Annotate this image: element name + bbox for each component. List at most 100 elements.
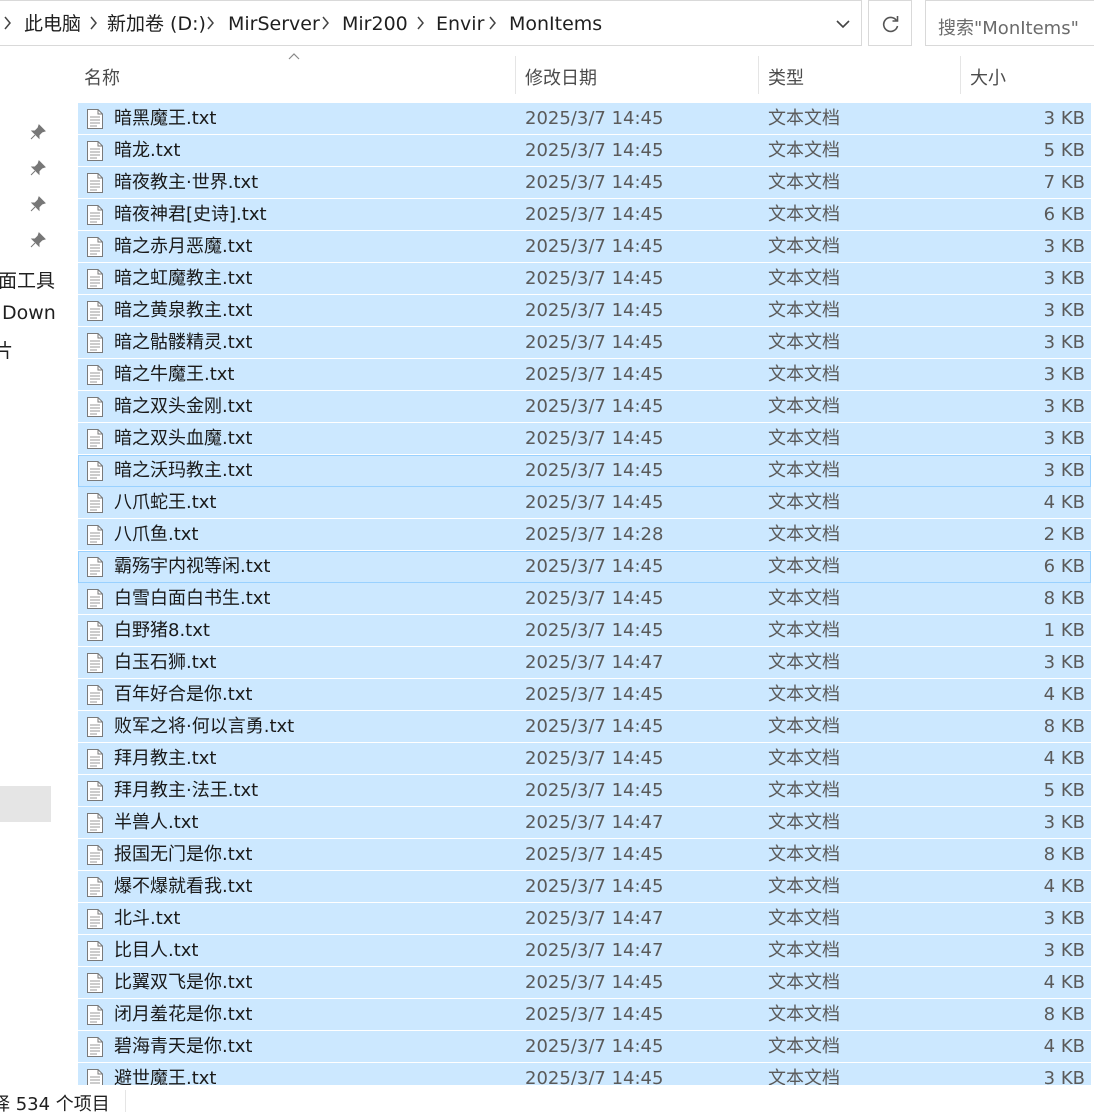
column-header-name[interactable]: 名称	[84, 64, 120, 90]
file-row[interactable]: 白玉石狮.txt 2025/3/7 14:47 文本文档 3 KB	[78, 647, 1091, 679]
file-name[interactable]: 暗之虹魔教主.txt	[114, 268, 253, 290]
file-row[interactable]: 比翼双飞是你.txt 2025/3/7 14:45 文本文档 4 KB	[78, 967, 1091, 999]
file-row[interactable]: 拜月教主.txt 2025/3/7 14:45 文本文档 4 KB	[78, 743, 1091, 775]
breadcrumb-envir[interactable]: Envir	[436, 13, 484, 35]
file-row[interactable]: 白野猪8.txt 2025/3/7 14:45 文本文档 1 KB	[78, 615, 1091, 647]
file-row[interactable]: 暗之牛魔王.txt 2025/3/7 14:45 文本文档 3 KB	[78, 359, 1091, 391]
file-row[interactable]: 暗龙.txt 2025/3/7 14:45 文本文档 5 KB	[78, 135, 1091, 167]
file-name[interactable]: 闭月羞花是你.txt	[114, 1004, 253, 1026]
file-list[interactable]: 暗黑魔王.txt 2025/3/7 14:45 文本文档 3 KB 暗龙.txt 2025…	[78, 103, 1091, 1085]
file-row[interactable]: 暗之双头金刚.txt 2025/3/7 14:45 文本文档 3 KB	[78, 391, 1091, 423]
file-name[interactable]: 暗夜神君[史诗].txt	[114, 204, 267, 226]
file-name[interactable]: 百年好合是你.txt	[114, 684, 253, 706]
file-row[interactable]: 暗夜神君[史诗].txt 2025/3/7 14:45 文本文档 6 KB	[78, 199, 1091, 231]
file-row[interactable]: 暗之黄泉教主.txt 2025/3/7 14:45 文本文档 3 KB	[78, 295, 1091, 327]
file-name[interactable]: 暗之骷髅精灵.txt	[114, 332, 253, 354]
file-row[interactable]: 暗之赤月恶魔.txt 2025/3/7 14:45 文本文档 3 KB	[78, 231, 1091, 263]
file-name[interactable]: 暗黑魔王.txt	[114, 108, 217, 130]
file-name[interactable]: 暗之双头金刚.txt	[114, 396, 253, 418]
nav-item-downloads[interactable]: Down	[2, 302, 56, 324]
text-file-icon	[87, 237, 103, 257]
file-type: 文本文档	[768, 492, 840, 513]
search-input[interactable]: 搜索"MonItems"	[925, 0, 1094, 46]
file-name[interactable]: 八爪鱼.txt	[114, 524, 199, 546]
file-type: 文本文档	[768, 588, 840, 609]
file-row[interactable]: 碧海青天是你.txt 2025/3/7 14:45 文本文档 4 KB	[78, 1031, 1091, 1063]
column-header-size[interactable]: 大小	[970, 64, 1006, 90]
file-name[interactable]: 暗之沃玛教主.txt	[114, 460, 253, 482]
file-row[interactable]: 霸殇宇内视等闲.txt 2025/3/7 14:45 文本文档 6 KB	[78, 551, 1091, 583]
address-bar[interactable]: 此电脑 新加卷 (D:) MirServer Mir200 Envir MonI…	[0, 0, 862, 46]
pin-icon[interactable]	[30, 196, 46, 212]
file-row[interactable]: 暗之虹魔教主.txt 2025/3/7 14:45 文本文档 3 KB	[78, 263, 1091, 295]
file-name[interactable]: 比翼双飞是你.txt	[114, 972, 253, 994]
pin-icon[interactable]	[30, 124, 46, 140]
breadcrumb-monitems[interactable]: MonItems	[509, 13, 602, 35]
nav-item-pictures[interactable]: 片	[0, 336, 13, 363]
file-row[interactable]: 暗之骷髅精灵.txt 2025/3/7 14:45 文本文档 3 KB	[78, 327, 1091, 359]
chevron-right-icon[interactable]	[417, 16, 425, 30]
column-divider[interactable]	[960, 56, 961, 94]
chevron-right-icon[interactable]	[4, 16, 12, 30]
breadcrumb-drive-d[interactable]: 新加卷 (D:)	[107, 13, 206, 35]
column-header-date[interactable]: 修改日期	[525, 64, 597, 90]
file-name[interactable]: 白野猪8.txt	[114, 620, 210, 642]
file-name[interactable]: 八爪蛇王.txt	[114, 492, 217, 514]
file-row[interactable]: 爆不爆就看我.txt 2025/3/7 14:45 文本文档 4 KB	[78, 871, 1091, 903]
file-row[interactable]: 暗之沃玛教主.txt 2025/3/7 14:45 文本文档 3 KB	[78, 455, 1091, 487]
file-row[interactable]: 闭月羞花是你.txt 2025/3/7 14:45 文本文档 8 KB	[78, 999, 1091, 1031]
file-name[interactable]: 暗夜教主·世界.txt	[114, 172, 258, 194]
breadcrumb-mirserver[interactable]: MirServer	[228, 13, 320, 35]
file-row[interactable]: 拜月教主·法王.txt 2025/3/7 14:45 文本文档 5 KB	[78, 775, 1091, 807]
pin-icon[interactable]	[30, 160, 46, 176]
file-name[interactable]: 避世魔王.txt	[114, 1068, 217, 1085]
file-name[interactable]: 拜月教主.txt	[114, 748, 217, 770]
file-name[interactable]: 白雪白面白书生.txt	[114, 588, 271, 610]
file-row[interactable]: 八爪鱼.txt 2025/3/7 14:28 文本文档 2 KB	[78, 519, 1091, 551]
address-history-dropdown[interactable]	[824, 1, 862, 47]
chevron-right-icon[interactable]	[90, 16, 98, 30]
file-row[interactable]: 半兽人.txt 2025/3/7 14:47 文本文档 3 KB	[78, 807, 1091, 839]
chevron-right-icon[interactable]	[322, 16, 330, 30]
file-row[interactable]: 避世魔王.txt 2025/3/7 14:45 文本文档 3 KB	[78, 1063, 1091, 1085]
file-name[interactable]: 暗龙.txt	[114, 140, 181, 162]
file-name[interactable]: 北斗.txt	[114, 908, 181, 930]
file-row[interactable]: 暗黑魔王.txt 2025/3/7 14:45 文本文档 3 KB	[78, 103, 1091, 135]
file-row[interactable]: 白雪白面白书生.txt 2025/3/7 14:45 文本文档 8 KB	[78, 583, 1091, 615]
breadcrumb-mir200[interactable]: Mir200	[342, 13, 408, 35]
nav-item-selected[interactable]	[0, 786, 51, 822]
column-divider[interactable]	[758, 56, 759, 94]
file-name[interactable]: 半兽人.txt	[114, 812, 199, 834]
navigation-pane[interactable]: 面工具 Down 片	[0, 46, 60, 1086]
file-row[interactable]: 八爪蛇王.txt 2025/3/7 14:45 文本文档 4 KB	[78, 487, 1091, 519]
file-type: 文本文档	[768, 940, 840, 961]
file-row[interactable]: 暗之双头血魔.txt 2025/3/7 14:45 文本文档 3 KB	[78, 423, 1091, 455]
file-name[interactable]: 报国无门是你.txt	[114, 844, 253, 866]
column-header-type[interactable]: 类型	[768, 64, 804, 90]
file-name[interactable]: 暗之牛魔王.txt	[114, 364, 235, 386]
file-row[interactable]: 败军之将·何以言勇.txt 2025/3/7 14:45 文本文档 8 KB	[78, 711, 1091, 743]
file-name[interactable]: 碧海青天是你.txt	[114, 1036, 253, 1058]
file-name[interactable]: 暗之黄泉教主.txt	[114, 300, 253, 322]
chevron-right-icon[interactable]	[207, 16, 215, 30]
file-row[interactable]: 百年好合是你.txt 2025/3/7 14:45 文本文档 4 KB	[78, 679, 1091, 711]
file-type: 文本文档	[768, 396, 840, 417]
file-row[interactable]: 北斗.txt 2025/3/7 14:47 文本文档 3 KB	[78, 903, 1091, 935]
column-divider[interactable]	[515, 56, 516, 94]
refresh-button[interactable]	[868, 0, 912, 46]
chevron-right-icon[interactable]	[489, 16, 497, 30]
file-name[interactable]: 白玉石狮.txt	[114, 652, 217, 674]
file-row[interactable]: 暗夜教主·世界.txt 2025/3/7 14:45 文本文档 7 KB	[78, 167, 1091, 199]
file-name[interactable]: 暗之双头血魔.txt	[114, 428, 253, 450]
pin-icon[interactable]	[30, 232, 46, 248]
file-row[interactable]: 比目人.txt 2025/3/7 14:47 文本文档 3 KB	[78, 935, 1091, 967]
file-name[interactable]: 拜月教主·法王.txt	[114, 780, 258, 802]
nav-item-tools[interactable]: 面工具	[0, 266, 55, 293]
breadcrumb-this-pc[interactable]: 此电脑	[24, 13, 81, 35]
file-name[interactable]: 比目人.txt	[114, 940, 199, 962]
file-name[interactable]: 霸殇宇内视等闲.txt	[114, 556, 271, 578]
file-name[interactable]: 败军之将·何以言勇.txt	[114, 716, 294, 738]
file-row[interactable]: 报国无门是你.txt 2025/3/7 14:45 文本文档 8 KB	[78, 839, 1091, 871]
file-name[interactable]: 暗之赤月恶魔.txt	[114, 236, 253, 258]
file-name[interactable]: 爆不爆就看我.txt	[114, 876, 253, 898]
